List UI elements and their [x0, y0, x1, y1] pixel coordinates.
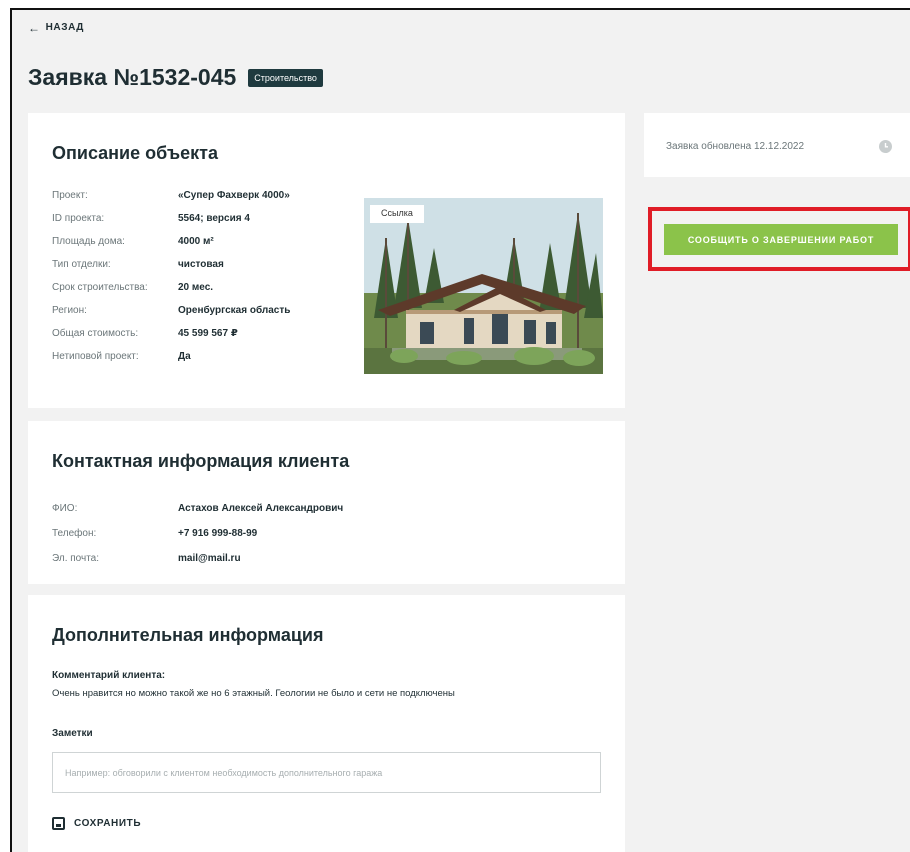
- additional-heading: Дополнительная информация: [52, 625, 324, 645]
- page: ← НАЗАД Заявка №1532-045 Строительство О…: [10, 8, 910, 852]
- label-full-name: ФИО:: [52, 503, 78, 514]
- label-non-standard: Нетиповой проект:: [52, 351, 139, 362]
- report-completion-button[interactable]: СООБЩИТЬ О ЗАВЕРШЕНИИ РАБОТ: [664, 224, 898, 255]
- clock-icon: [879, 140, 892, 153]
- label-finish-type: Тип отделки:: [52, 259, 111, 270]
- photo-link[interactable]: Ссылка: [370, 205, 424, 223]
- value-non-standard: Да: [178, 351, 191, 362]
- value-project-id: 5564; версия 4: [178, 213, 250, 224]
- value-project: «Супер Фахверк 4000»: [178, 190, 290, 201]
- value-full-name: Астахов Алексей Александрович: [178, 503, 344, 514]
- comment-label: Комментарий клиента:: [52, 670, 166, 681]
- updated-text: Заявка обновлена 12.12.2022: [666, 141, 805, 152]
- house-illustration: [364, 198, 603, 374]
- page-title: Заявка №1532-045: [28, 64, 237, 90]
- object-description-card: Описание объекта Проект: «Супер Фахверк …: [28, 113, 625, 408]
- value-finish-type: чистовая: [178, 259, 224, 270]
- object-description-heading: Описание объекта: [52, 143, 218, 163]
- label-build-time: Срок строительства:: [52, 282, 148, 293]
- save-label: СОХРАНИТЬ: [74, 818, 142, 829]
- back-link[interactable]: ← НАЗАД: [28, 20, 85, 35]
- contact-card: Контактная информация клиента ФИО: Астах…: [28, 421, 625, 584]
- category-badge: Строительство: [248, 68, 323, 87]
- notes-input[interactable]: [52, 752, 601, 793]
- save-icon: [52, 817, 65, 830]
- save-button[interactable]: СОХРАНИТЬ: [52, 817, 141, 830]
- value-email[interactable]: mail@mail.ru: [178, 553, 241, 564]
- label-phone: Телефон:: [52, 528, 97, 539]
- label-area: Площадь дома:: [52, 236, 125, 247]
- label-email: Эл. почта:: [52, 553, 100, 564]
- value-phone: +7 916 999-88-99: [178, 528, 258, 539]
- back-label: НАЗАД: [45, 22, 85, 33]
- arrow-left-icon: ←: [28, 20, 41, 35]
- house-photo[interactable]: Ссылка: [364, 198, 603, 374]
- value-region: Оренбургская область: [178, 305, 291, 316]
- update-status-card: Заявка обновлена 12.12.2022: [644, 113, 910, 177]
- value-area: 4000 м²: [178, 236, 214, 247]
- title-row: Заявка №1532-045 Строительство: [28, 64, 323, 91]
- value-build-time: 20 мес.: [178, 282, 214, 293]
- label-region: Регион:: [52, 305, 87, 316]
- label-project-id: ID проекта:: [52, 213, 105, 224]
- contact-heading: Контактная информация клиента: [52, 451, 350, 471]
- label-total-cost: Общая стоимость:: [52, 328, 139, 339]
- notes-label: Заметки: [52, 728, 93, 739]
- label-project: Проект:: [52, 190, 88, 201]
- value-total-cost: 45 599 567 ₽: [178, 328, 238, 339]
- comment-text: Очень нравится но можно такой же но 6 эт…: [52, 688, 455, 699]
- additional-info-card: Дополнительная информация Комментарий кл…: [28, 595, 625, 852]
